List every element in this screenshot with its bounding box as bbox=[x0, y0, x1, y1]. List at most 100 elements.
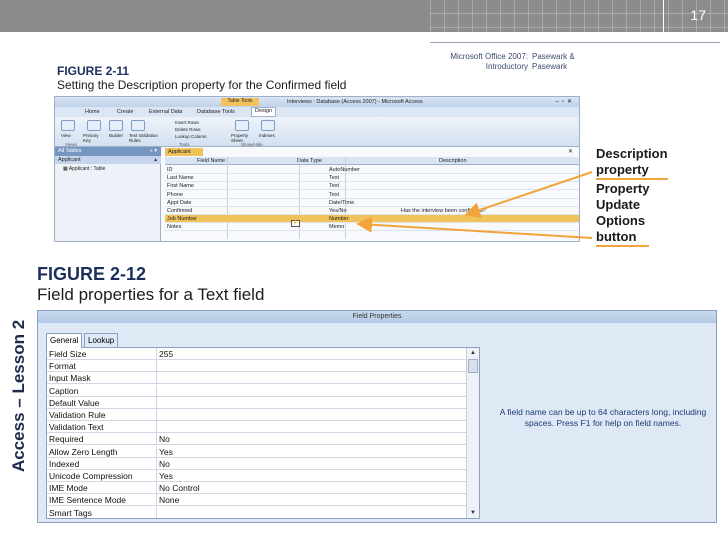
scroll-thumb[interactable] bbox=[468, 359, 478, 373]
property-name: Default Value bbox=[49, 396, 157, 409]
close-icon[interactable]: ✕ bbox=[568, 148, 573, 155]
property-value[interactable]: No bbox=[159, 458, 170, 470]
field-row[interactable]: First Name Text bbox=[165, 182, 579, 191]
primary-key-icon[interactable] bbox=[87, 120, 101, 131]
document-tab-applicant[interactable]: Applicant bbox=[165, 148, 203, 156]
data-type-cell[interactable]: AutoNumber bbox=[329, 166, 360, 174]
tab-database-tools[interactable]: Database Tools bbox=[197, 109, 235, 115]
scroll-up-icon[interactable]: ▲ bbox=[467, 348, 479, 358]
field-name-cell[interactable]: Appt Date bbox=[167, 199, 191, 207]
header-grid-pattern bbox=[430, 0, 728, 32]
collapse-icon[interactable]: ▴ bbox=[154, 156, 157, 164]
field-row[interactable]: Last Name Text bbox=[165, 174, 579, 183]
nav-item-applicant-table[interactable]: ▦ Applicant : Table bbox=[63, 166, 105, 172]
field-row[interactable]: Appt Date Date/Time bbox=[165, 199, 579, 207]
tab-general[interactable]: General bbox=[46, 333, 83, 348]
field-name-cell[interactable]: First Name bbox=[167, 182, 194, 190]
data-type-cell[interactable]: Number bbox=[329, 215, 349, 223]
data-type-cell[interactable]: Memo bbox=[329, 223, 344, 231]
insert-rows-button[interactable]: Insert Rows bbox=[175, 120, 199, 125]
builder-icon[interactable] bbox=[109, 120, 123, 131]
property-value[interactable]: No Control bbox=[159, 482, 200, 494]
property-name: IME Sentence Mode bbox=[49, 494, 157, 507]
property-value[interactable]: No bbox=[159, 433, 170, 445]
property-value[interactable]: Yes bbox=[159, 446, 173, 458]
property-row[interactable]: Default Value bbox=[47, 396, 467, 409]
test-validation-icon[interactable] bbox=[131, 120, 145, 131]
nav-group-label: Applicant bbox=[58, 157, 81, 163]
field-name-cell[interactable]: Phone bbox=[167, 191, 183, 199]
field-name-cell[interactable]: ID bbox=[167, 166, 173, 174]
property-row[interactable]: Unicode Compression Yes bbox=[47, 470, 467, 482]
property-row[interactable]: Caption bbox=[47, 384, 467, 397]
nav-header-label: All Tables bbox=[58, 148, 82, 154]
property-value[interactable]: 255 bbox=[159, 348, 173, 360]
tab-external-data[interactable]: External Data bbox=[149, 109, 182, 115]
callout-property-update-options: Property Update Options button bbox=[596, 181, 650, 247]
property-list: Field Size 255 Format Input Mask Caption Defa… bbox=[46, 347, 480, 519]
field-name-cell[interactable]: Job Number bbox=[167, 215, 197, 223]
nav-group-applicant[interactable]: Applicant ▴ bbox=[55, 156, 161, 164]
data-type-cell[interactable]: Date/Time bbox=[329, 199, 354, 207]
nav-header[interactable]: All Tables « ▾ bbox=[55, 147, 161, 156]
help-pane: A field name can be up to 64 characters … bbox=[486, 323, 716, 523]
property-name: Format bbox=[49, 360, 157, 373]
property-row[interactable]: Indexed No bbox=[47, 457, 467, 470]
property-row[interactable]: Input Mask bbox=[47, 372, 467, 385]
field-row[interactable]: Job Number Number bbox=[165, 215, 579, 224]
property-value[interactable]: None bbox=[159, 494, 179, 506]
callout-puo-line1: Property bbox=[596, 181, 650, 196]
tab-home[interactable]: Home bbox=[85, 109, 100, 115]
field-name-cell[interactable]: Last Name bbox=[167, 174, 194, 182]
property-row[interactable]: Field Size 255 bbox=[47, 348, 467, 360]
access-screenshot: Table Tools Interviews : Database (Acces… bbox=[54, 96, 580, 242]
field-row[interactable]: Notes Memo bbox=[165, 223, 579, 232]
ribbon-tabs: Home Create External Data Database Tools… bbox=[55, 107, 579, 117]
data-type-cell[interactable]: Yes/No bbox=[329, 207, 347, 215]
description-cell[interactable]: Has the interview been confirmed? bbox=[401, 207, 486, 215]
header-divider bbox=[663, 0, 664, 32]
tab-lookup[interactable]: Lookup bbox=[84, 333, 119, 347]
property-scrollbar[interactable]: ▲ ▼ bbox=[466, 348, 479, 518]
view-icon[interactable] bbox=[61, 120, 75, 131]
lookup-column-button[interactable]: Lookup Column bbox=[175, 134, 207, 139]
delete-rows-button[interactable]: Delete Rows bbox=[175, 127, 201, 132]
property-sheet-icon[interactable] bbox=[235, 120, 249, 131]
tab-create[interactable]: Create bbox=[117, 109, 134, 115]
tab-design[interactable]: Design bbox=[251, 107, 277, 117]
table-tools-context-tab[interactable]: Table Tools bbox=[221, 98, 259, 106]
column-data-type: Data Type bbox=[297, 158, 322, 164]
field-name-cell[interactable]: Notes bbox=[167, 223, 181, 231]
data-type-cell[interactable]: Text bbox=[329, 182, 339, 190]
field-row[interactable]: Phone Text bbox=[165, 191, 579, 199]
group-tools: Tools bbox=[179, 142, 190, 147]
scroll-down-icon[interactable]: ▼ bbox=[467, 508, 479, 518]
book-title-line1: Microsoft Office 2007: bbox=[450, 52, 528, 61]
data-type-cell[interactable]: Text bbox=[329, 174, 339, 182]
side-label: Access – Lesson 2 bbox=[9, 319, 28, 472]
property-row[interactable]: Required No bbox=[47, 433, 467, 446]
property-row[interactable]: Format bbox=[47, 360, 467, 373]
indexes-icon[interactable] bbox=[261, 120, 275, 131]
property-row[interactable]: Allow Zero Length Yes bbox=[47, 445, 467, 458]
window-titlebar: Table Tools Interviews : Database (Acces… bbox=[55, 97, 579, 107]
field-name-cell[interactable]: Confirmed bbox=[167, 207, 192, 215]
help-text: A field name can be up to 64 characters … bbox=[499, 407, 707, 428]
property-name: Input Mask bbox=[49, 372, 157, 385]
window-controls[interactable]: –▫✕ bbox=[556, 98, 576, 105]
property-name: Unicode Compression bbox=[49, 470, 157, 482]
property-row[interactable]: IME Sentence Mode None bbox=[47, 494, 467, 507]
data-type-cell[interactable]: Text bbox=[329, 191, 339, 199]
column-description: Description bbox=[439, 158, 467, 164]
property-update-options-button[interactable]: ⚡ bbox=[291, 220, 300, 227]
property-row[interactable]: Validation Text bbox=[47, 421, 467, 434]
property-row[interactable]: IME Mode No Control bbox=[47, 482, 467, 495]
figure1-caption: Setting the Description property for the… bbox=[57, 78, 347, 92]
property-name: Caption bbox=[49, 384, 157, 397]
field-row[interactable]: Confirmed Yes/No Has the interview been co… bbox=[165, 207, 579, 215]
property-value[interactable]: Yes bbox=[159, 470, 173, 482]
chevron-icon[interactable]: « ▾ bbox=[150, 147, 157, 156]
property-row[interactable]: Validation Rule bbox=[47, 409, 467, 421]
property-row[interactable]: Smart Tags bbox=[47, 506, 467, 518]
field-row[interactable]: ID AutoNumber bbox=[165, 166, 579, 174]
